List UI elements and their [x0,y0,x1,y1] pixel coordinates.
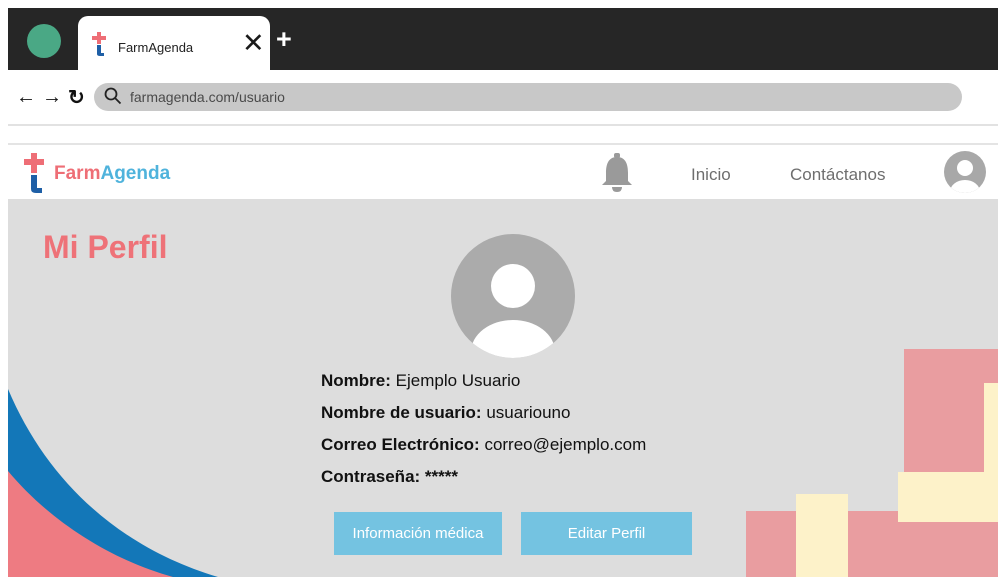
field-label: Nombre de usuario: [321,403,482,422]
browser-tab-bar: FarmAgenda ✕ + [8,8,998,70]
search-icon [104,87,122,105]
medical-info-button[interactable]: Información médica [334,512,502,555]
field-correo-electronico: Correo Electrónico: correo@ejemplo.com [321,431,646,463]
edit-profile-button[interactable]: Editar Perfil [521,512,692,555]
field-value: ***** [424,467,459,486]
bell-icon[interactable] [600,153,634,193]
nav-link-contactanos[interactable]: Contáctanos [790,165,885,185]
field-label: Correo Electrónico: [321,435,480,454]
field-nombre: Nombre: Ejemplo Usuario [321,367,646,399]
tab-close-icon[interactable]: ✕ [242,30,265,57]
field-value: usuariouno [486,403,571,422]
url-input[interactable]: farmagenda.com/usuario [94,83,962,111]
browser-tab[interactable]: FarmAgenda ✕ [78,16,270,70]
new-tab-button[interactable]: + [276,26,292,53]
window-control-dot[interactable] [27,24,61,58]
back-arrow-icon[interactable]: ← [16,86,36,109]
tab-title: FarmAgenda [118,40,194,55]
forward-arrow-icon[interactable]: → [42,86,62,109]
logo-text-agenda: Agenda [100,163,171,184]
reload-icon[interactable]: ↻ [68,85,85,110]
profile-info: Nombre: Ejemplo Usuario Nombre de usuari… [321,367,646,495]
field-value: correo@ejemplo.com [484,435,647,454]
url-text: farmagenda.com/usuario [130,89,285,105]
page-title: Mi Perfil [43,229,168,265]
site-header: FarmAgenda Inicio Contáctanos [8,143,998,199]
profile-avatar-icon [451,234,575,358]
field-label: Contraseña: [321,467,421,486]
farmagenda-favicon-icon [92,32,106,56]
nav-link-inicio[interactable]: Inicio [691,165,731,185]
field-value: Ejemplo Usuario [395,371,521,390]
profile-main: Mi Perfil Nombre: Ejemplo Usuario Nombre… [8,199,998,577]
logo-wordmark[interactable]: FarmAgenda [54,163,170,185]
field-label: Nombre: [321,371,391,390]
logo-text-farm: Farm [54,163,101,184]
decorative-block-shapes [746,349,998,577]
browser-address-bar: ← → ↻ farmagenda.com/usuario [8,70,998,126]
farmagenda-logo-icon[interactable] [24,153,44,193]
field-contrasena: Contraseña: ***** [321,463,646,495]
user-avatar-icon[interactable] [944,151,986,193]
field-nombre-de-usuario: Nombre de usuario: usuariouno [321,399,646,431]
